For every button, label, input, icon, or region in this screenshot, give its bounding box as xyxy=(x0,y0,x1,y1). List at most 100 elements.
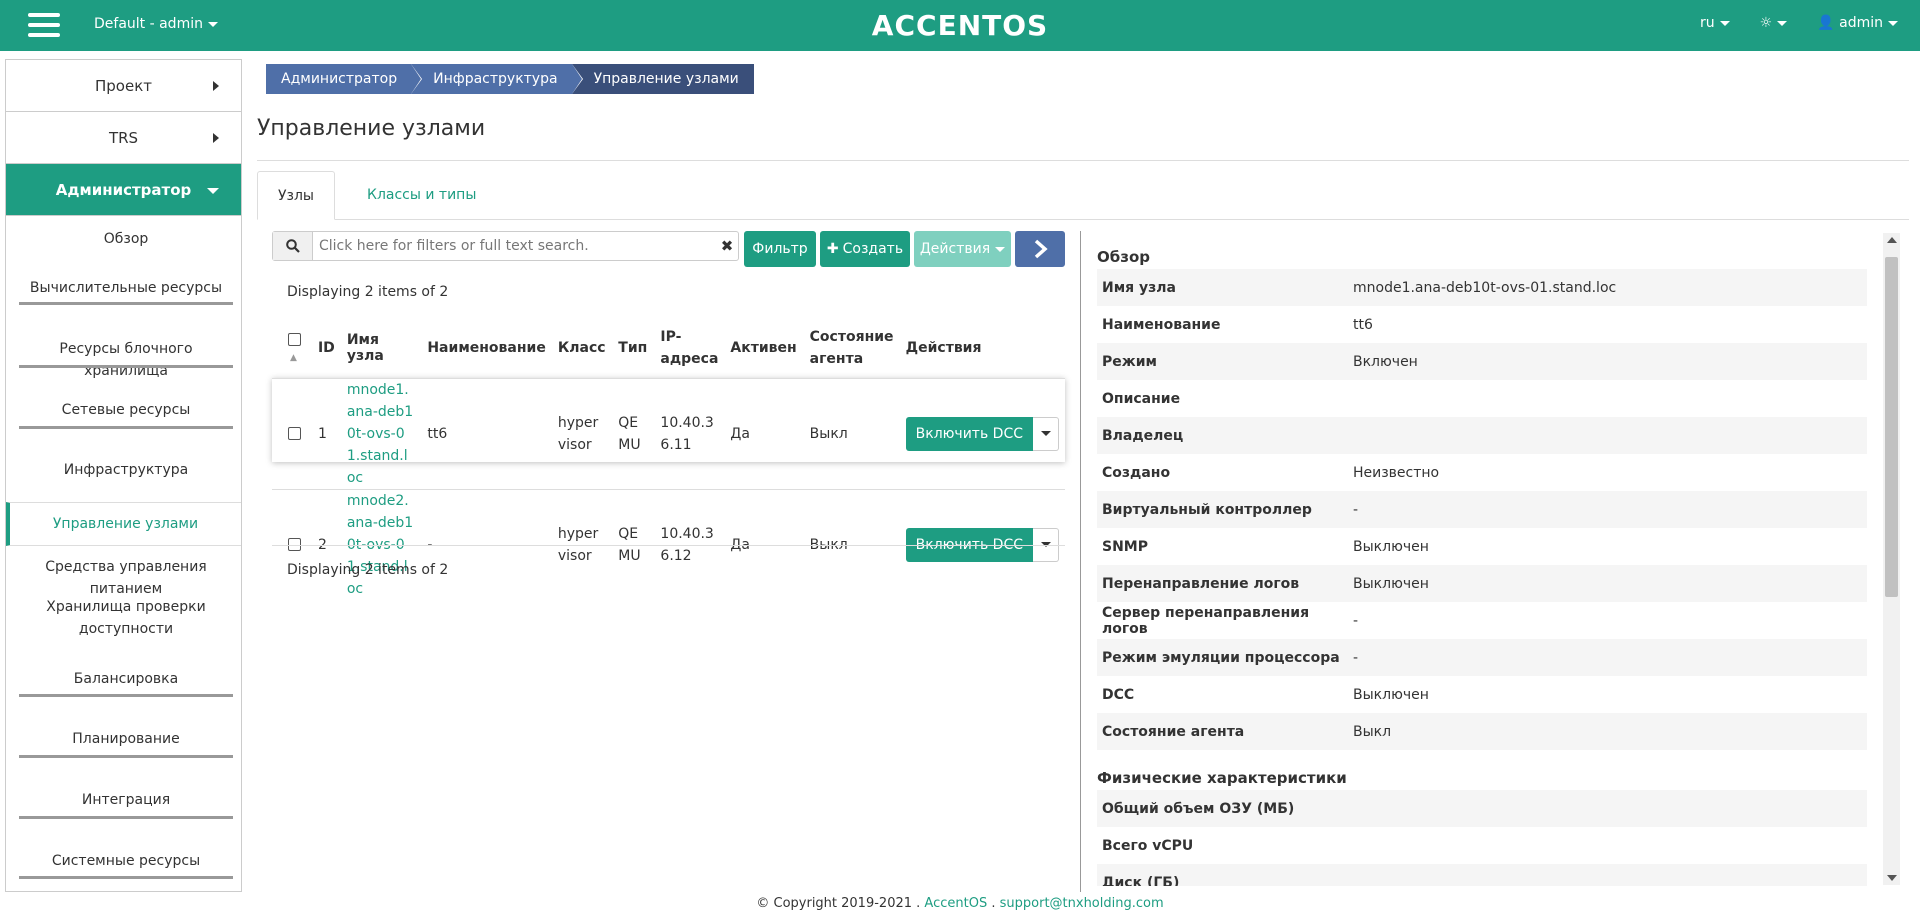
select-all-checkbox[interactable] xyxy=(288,333,301,347)
enable-dcc-button[interactable]: Включить DCC xyxy=(905,416,1033,451)
support-email-link[interactable]: support@tnxholding.com xyxy=(1000,896,1164,911)
sidebar-item-block-storage[interactable]: Ресурсы блочного хранилища xyxy=(19,338,233,382)
create-button[interactable]: ✚ Создать xyxy=(820,231,910,267)
row-action-group: Включить DCC xyxy=(905,416,1059,451)
detail-key: Диск (ГБ) xyxy=(1102,874,1180,887)
copyright-text: © Copyright 2019-2021 . xyxy=(756,896,921,911)
detail-key: Перенаправление логов xyxy=(1102,575,1300,592)
sidebar-item-integration[interactable]: Интеграция xyxy=(19,789,233,811)
breadcrumb-node-management[interactable]: Управление узлами xyxy=(571,64,754,94)
sidebar-item-node-management[interactable]: Управление узлами xyxy=(6,502,241,546)
sidebar-item-balancing[interactable]: Балансировка xyxy=(19,668,233,690)
sidebar-item-availability-storage[interactable]: Хранилища проверки доступности xyxy=(19,596,233,640)
tab-classes-types[interactable]: Классы и типы xyxy=(347,171,496,220)
col-class[interactable]: Класс xyxy=(552,318,612,378)
sidebar-item-network[interactable]: Сетевые ресурсы xyxy=(19,399,233,421)
sort-icon[interactable]: ▲ xyxy=(290,353,297,363)
detail-key: Наименование xyxy=(1102,316,1221,333)
detail-key: Виртуальный контроллер xyxy=(1102,501,1312,518)
tab-nodes[interactable]: Узлы xyxy=(257,171,335,220)
col-title[interactable]: Наименование xyxy=(421,318,552,378)
col-ip[interactable]: IP-адреса xyxy=(654,318,724,378)
language-selector[interactable]: ru xyxy=(1700,15,1730,31)
chevron-down-icon xyxy=(1777,20,1788,26)
sidebar-item-overview[interactable]: Обзор xyxy=(19,228,233,250)
physical-heading: Физические характеристики xyxy=(1097,769,1347,787)
col-agent[interactable]: Состояние агента xyxy=(804,318,900,378)
col-id[interactable]: ID xyxy=(312,318,341,378)
row-checkbox[interactable] xyxy=(288,427,301,440)
displaying-count-top: Displaying 2 items of 2 xyxy=(287,284,449,300)
breadcrumb-infrastructure[interactable]: Инфраструктура xyxy=(411,64,583,94)
table-bottom-border xyxy=(272,545,1065,546)
language-label: ru xyxy=(1700,15,1715,31)
detail-key: Имя узла xyxy=(1102,279,1176,296)
user-icon: 👤 xyxy=(1817,15,1835,31)
detail-value: Выкл xyxy=(1353,723,1392,740)
sidebar-section-admin[interactable]: Администратор xyxy=(6,164,241,216)
overview-heading: Обзор xyxy=(1097,248,1150,266)
table-row[interactable]: 1 mnode1.ana-deb10t-ovs-01.stand.loc tt6… xyxy=(272,377,1065,489)
user-menu[interactable]: 👤 admin xyxy=(1817,15,1898,31)
actions-button[interactable]: Действия xyxy=(914,231,1011,267)
detail-row: Перенаправление логов Выключен xyxy=(1097,565,1867,602)
scroll-thumb[interactable] xyxy=(1885,257,1898,597)
sidebar-item-compute[interactable]: Вычислительные ресурсы xyxy=(19,277,233,299)
search-icon[interactable] xyxy=(273,232,313,260)
search-input[interactable] xyxy=(313,232,716,260)
detail-row: Владелец xyxy=(1097,417,1867,454)
col-type[interactable]: Тип xyxy=(612,318,654,378)
detail-row: Состояние агента Выкл xyxy=(1097,713,1867,750)
detail-row: DCC Выключен xyxy=(1097,676,1867,713)
sidebar-item-scheduling[interactable]: Планирование xyxy=(19,728,233,750)
detail-row: Имя узла mnode1.ana-deb10t-ovs-01.stand.l… xyxy=(1097,269,1867,306)
scroll-down-icon[interactable] xyxy=(1887,875,1897,881)
sidebar-section-trs[interactable]: TRS xyxy=(6,112,241,164)
sidebar-item-power-management[interactable]: Средства управления питанием xyxy=(19,556,233,600)
top-navbar: Default - admin ACCENTOS ru ☼ 👤 admin xyxy=(0,0,1920,51)
displaying-count-bottom: Displaying 2 items of 2 xyxy=(287,562,449,578)
sidebar-item-infrastructure[interactable]: Инфраструктура xyxy=(19,459,233,481)
sidebar-section-project[interactable]: Проект xyxy=(6,60,241,112)
panel-divider[interactable] xyxy=(1080,231,1081,892)
detail-row: Режим эмуляции процессора - xyxy=(1097,639,1867,676)
user-label: admin xyxy=(1839,15,1883,31)
expand-panel-button[interactable] xyxy=(1015,231,1065,267)
detail-panel: Обзор Имя узла mnode1.ana-deb10t-ovs-01.s… xyxy=(1097,231,1867,886)
create-label: Создать xyxy=(842,241,904,257)
detail-row: Наименование tt6 xyxy=(1097,306,1867,343)
cell-node-link[interactable]: mnode1.ana-deb10t-ovs-01.stand.loc xyxy=(340,377,422,489)
overview-list: Имя узла mnode1.ana-deb10t-ovs-01.stand.l… xyxy=(1097,269,1867,750)
detail-key: Описание xyxy=(1102,390,1181,407)
menu-icon[interactable] xyxy=(28,13,60,39)
footer-brand-link[interactable]: AccentOS xyxy=(924,896,987,911)
detail-key: Общий объем ОЗУ (МБ) xyxy=(1102,800,1295,817)
breadcrumb: Администратор Инфраструктура Управление … xyxy=(266,64,754,94)
row-actions-dropdown[interactable] xyxy=(1033,416,1059,451)
filter-button[interactable]: Фильтр xyxy=(744,231,816,267)
sidebar-divider xyxy=(19,694,233,697)
sidebar-item-system-resources[interactable]: Системные ресурсы xyxy=(19,850,233,872)
theme-selector[interactable]: ☼ xyxy=(1760,15,1788,31)
detail-scrollbar[interactable] xyxy=(1883,233,1900,885)
project-selector[interactable]: Default - admin xyxy=(94,16,218,32)
detail-value: Выключен xyxy=(1353,538,1429,555)
detail-value: Включен xyxy=(1353,353,1418,370)
plus-icon: ✚ xyxy=(826,241,839,257)
sidebar-divider xyxy=(19,302,233,305)
chevron-down-icon xyxy=(995,246,1006,252)
clear-icon[interactable]: ✖ xyxy=(716,232,738,260)
detail-key: SNMP xyxy=(1102,538,1148,555)
breadcrumb-admin[interactable]: Администратор xyxy=(266,64,422,94)
cell-title: tt6 xyxy=(421,377,552,489)
detail-value: mnode1.ana-deb10t-ovs-01.stand.loc xyxy=(1353,279,1617,296)
detail-value: Выключен xyxy=(1353,686,1429,703)
scroll-up-icon[interactable] xyxy=(1887,237,1897,243)
col-active[interactable]: Активен xyxy=(724,318,803,378)
chevron-down-icon xyxy=(1040,431,1051,436)
col-name[interactable]: Имя узла xyxy=(341,318,422,378)
sidebar-divider xyxy=(19,816,233,819)
nodes-table: ▲ ID Имя узла Наименование Класс Тип IP-… xyxy=(272,318,1065,600)
section-label: Администратор xyxy=(55,180,192,199)
chevron-right-icon xyxy=(1034,239,1048,259)
